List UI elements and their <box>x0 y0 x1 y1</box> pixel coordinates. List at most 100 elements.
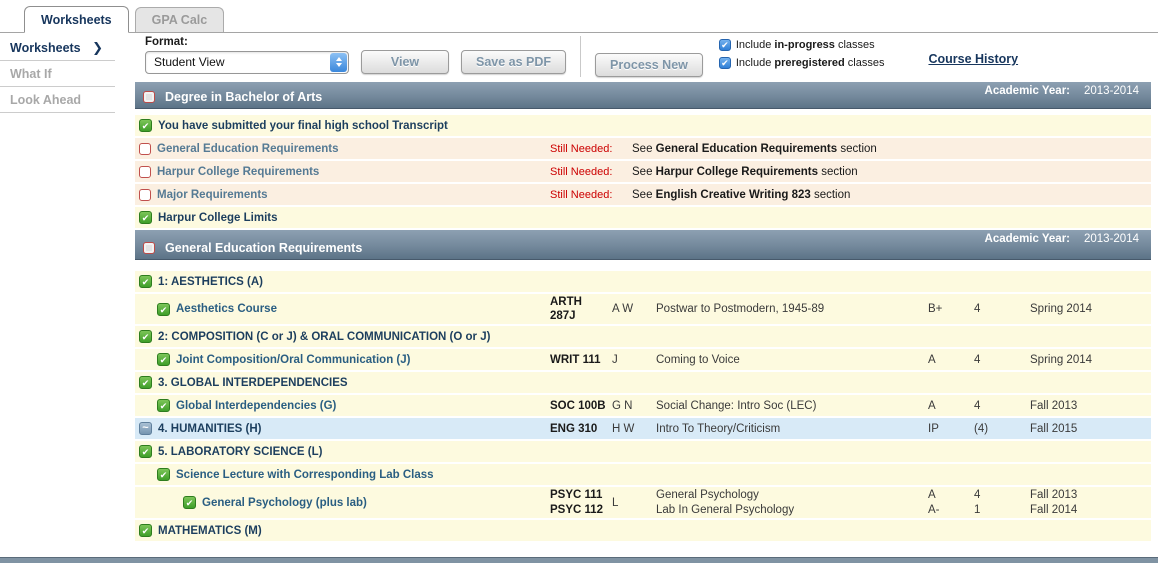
sidebar-item-look-ahead[interactable]: Look Ahead <box>0 87 115 113</box>
still-needed-label: Still Needed: <box>550 166 632 178</box>
course-code-cell: ENG 310 <box>550 422 612 436</box>
requirement-row: Harpur College Requirements Still Needed:… <box>135 161 1151 182</box>
course-attributes-cell: J <box>612 353 656 367</box>
course-code-cell: SOC 100B <box>550 399 612 413</box>
requirement-label-cell: ✔ Global Interdependencies (G) <box>135 399 550 412</box>
status-complete-icon: ✔ <box>139 119 152 132</box>
requirement-label-cell: Major Requirements <box>135 189 550 201</box>
course-code: PSYC 111 <box>550 488 606 502</box>
requirement-label: 5. LABORATORY SCIENCE (L) <box>158 446 322 458</box>
view-button[interactable]: View <box>361 50 449 74</box>
academic-year-value: 2013-2014 <box>1084 233 1139 245</box>
requirement-label-cell: ✔Joint Composition/Oral Communication (J… <box>135 353 550 366</box>
requirement-row: Major RequirementsStill Needed:See Engli… <box>135 184 1151 205</box>
toolbar-divider <box>580 36 581 77</box>
save-as-pdf-button[interactable]: Save as PDF <box>461 50 566 74</box>
requirement-label-cell: General Education Requirements <box>135 143 550 155</box>
course-credits-cell: 41 <box>974 488 1030 517</box>
course-credits-cell: 4 <box>974 302 1030 316</box>
status-complete-icon: ✔ <box>139 211 152 224</box>
requirement-label: Global Interdependencies (G) <box>176 400 336 412</box>
course-title: Intro To Theory/Criticism <box>656 422 922 436</box>
course-title-cell: Postwar to Postmodern, 1945-89 <box>656 302 928 316</box>
include-preregistered-option[interactable]: ✔ Include preregistered classes <box>719 57 885 69</box>
horizontal-scrollbar[interactable] <box>0 557 1158 563</box>
course-attributes: H W <box>612 422 650 436</box>
course-grade-cell: AA- <box>928 488 974 517</box>
course-grade: IP <box>928 422 968 436</box>
include-in-progress-option[interactable]: ✔ Include in-progress classes <box>719 39 885 51</box>
include-option-label: Include preregistered classes <box>736 57 885 69</box>
course-title: Coming to Voice <box>656 353 922 367</box>
sidebar-item-worksheets[interactable]: Worksheets❯ <box>0 35 115 61</box>
tab-gpa-calc[interactable]: GPA Calc <box>135 7 225 32</box>
course-title: General Psychology <box>656 488 922 502</box>
status-complete-icon: ✔ <box>183 496 196 509</box>
course-row: ✔Joint Composition/Oral Communication (J… <box>135 349 1151 370</box>
course-row: ✔1: AESTHETICS (A) <box>135 271 1151 292</box>
course-credits: 4 <box>974 302 1024 316</box>
include-option-label: Include in-progress classes <box>736 39 875 51</box>
requirement-label: Harpur College Limits <box>158 212 278 224</box>
status-complete-icon: ✔ <box>157 353 170 366</box>
section-checkbox-icon <box>143 242 155 254</box>
course-credits: (4) <box>974 422 1024 436</box>
course-term-cell: Fall 2015 <box>1030 422 1151 436</box>
course-term: Fall 2013 <box>1030 399 1145 413</box>
course-attributes: G N <box>612 399 650 413</box>
course-row: ✔ Global Interdependencies (G) SOC 100B G N… <box>135 395 1151 416</box>
sidebar: Worksheets❯What IfLook Ahead <box>0 33 135 556</box>
format-select[interactable]: Student View <box>145 51 349 74</box>
checkbox-checked-icon[interactable]: ✔ <box>719 39 731 51</box>
course-code-cell: WRIT 111 <box>550 353 612 367</box>
requirement-label-cell: ✔General Psychology (plus lab) <box>135 496 550 509</box>
status-empty-icon <box>139 166 151 178</box>
course-row: ✔2: COMPOSITION (C or J) & ORAL COMMUNIC… <box>135 326 1151 347</box>
still-needed-detail: See General Education Requirements secti… <box>632 143 1151 155</box>
course-history-link[interactable]: Course History <box>928 52 1018 66</box>
select-stepper-icon[interactable] <box>330 53 347 72</box>
course-title: Lab In General Psychology <box>656 503 922 517</box>
course-term-cell: Spring 2014 <box>1030 353 1151 367</box>
course-row: ✔MATHEMATICS (M) <box>135 520 1151 541</box>
course-code-cell: PSYC 111PSYC 112 <box>550 488 612 517</box>
still-needed-label: Still Needed: <box>550 189 632 201</box>
course-term: Spring 2014 <box>1030 302 1145 316</box>
status-complete-icon: ✔ <box>157 468 170 481</box>
status-complete-icon: ✔ <box>157 399 170 412</box>
requirement-label-cell: ✔3. GLOBAL INTERDEPENDENCIES <box>135 376 550 389</box>
course-title: Postwar to Postmodern, 1945-89 <box>656 302 922 316</box>
chevron-right-icon: ❯ <box>92 40 103 56</box>
status-empty-icon <box>139 189 151 201</box>
format-select-value: Student View <box>154 55 225 69</box>
course-attributes-cell: G N <box>612 399 656 413</box>
course-code: SOC 100B <box>550 399 606 413</box>
requirement-label-cell: ~4. HUMANITIES (H) <box>135 422 550 435</box>
course-grade: A <box>928 353 968 367</box>
requirement-label-cell: ✔ Harpur College Limits <box>135 211 550 224</box>
course-credits: 4 <box>974 399 1024 413</box>
course-title-cell: Social Change: Intro Soc (LEC) <box>656 399 928 413</box>
course-term: Fall 2015 <box>1030 422 1145 436</box>
gened-section-header: General Education Requirements Academic … <box>135 230 1151 260</box>
course-grade-cell: A <box>928 353 974 367</box>
requirement-label: 4. HUMANITIES (H) <box>158 423 262 435</box>
requirement-label-cell: ✔Aesthetics Course <box>135 303 550 316</box>
process-new-button[interactable]: Process New <box>595 53 703 77</box>
requirement-label: Harpur College Requirements <box>157 166 319 178</box>
tab-worksheets[interactable]: Worksheets <box>24 6 129 33</box>
checkbox-checked-icon[interactable]: ✔ <box>719 57 731 69</box>
course-grade: A <box>928 399 968 413</box>
course-credits: 4 <box>974 488 1024 502</box>
sidebar-item-what-if[interactable]: What If <box>0 61 115 87</box>
course-attributes-cell: H W <box>612 422 656 436</box>
course-title-cell: General PsychologyLab In General Psychol… <box>656 488 928 517</box>
requirement-row: ✔ Harpur College Limits <box>135 207 1151 228</box>
requirement-label-cell: ✔MATHEMATICS (M) <box>135 524 550 537</box>
course-credits: 4 <box>974 353 1024 367</box>
course-attributes: J <box>612 353 650 367</box>
course-credits-cell: 4 <box>974 399 1030 413</box>
requirement-label: 2: COMPOSITION (C or J) & ORAL COMMUNICA… <box>158 331 490 343</box>
academic-year-label: Academic Year: <box>985 85 1070 97</box>
course-attributes-cell: L <box>612 495 656 510</box>
